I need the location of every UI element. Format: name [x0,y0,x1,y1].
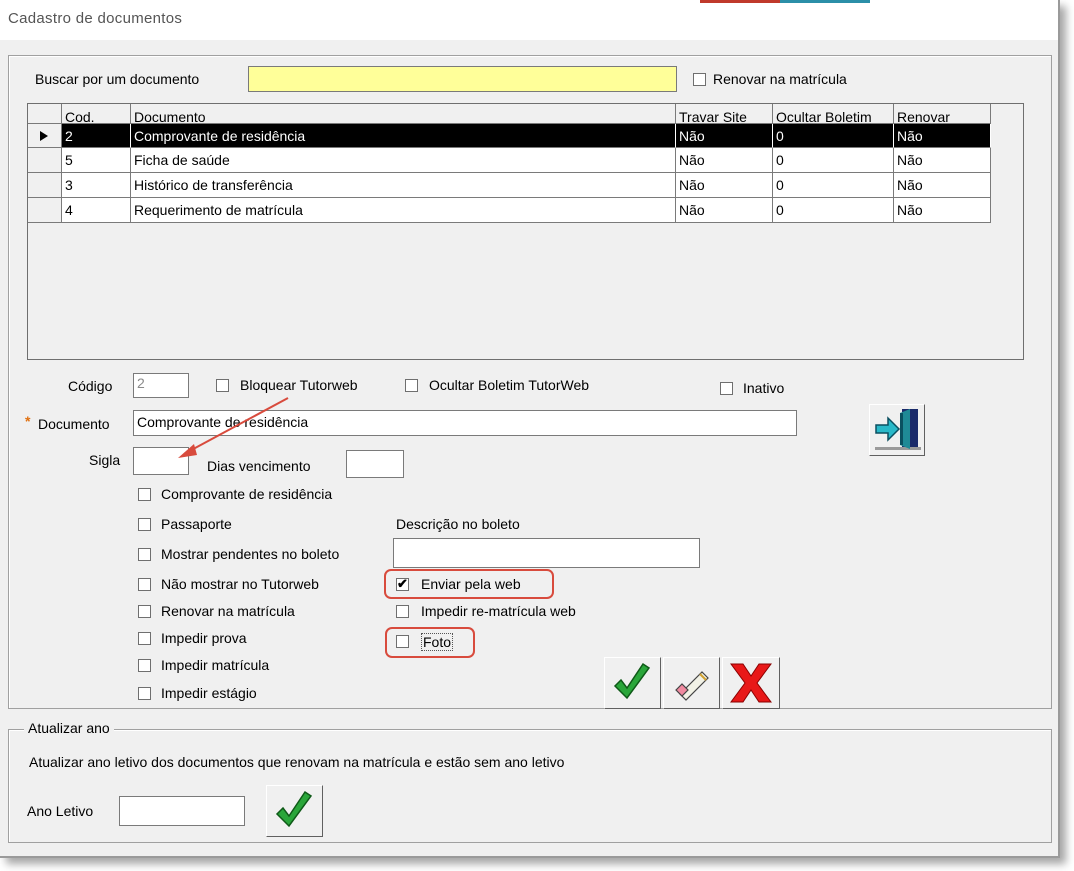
ano-letivo-field[interactable] [119,796,245,826]
cell-ocultar-boletim[interactable]: 0 [773,124,894,148]
cell-renovar[interactable]: Não [894,198,991,223]
renovar-matricula-checkbox[interactable] [138,605,151,618]
title-bar: Cadastro de documentos [0,0,1058,40]
impedir-estagio-label: Impedir estágio [161,685,257,701]
column-header-travar-site[interactable]: Travar Site [676,104,773,124]
sigla-label: Sigla [89,452,121,468]
cell-cod[interactable]: 2 [62,124,131,148]
mostrar-pendentes-checkbox[interactable] [138,548,151,561]
cell-renovar[interactable]: Não [894,124,991,148]
documento-label: Documento [38,416,110,432]
renew-search-checkbox[interactable] [693,73,706,86]
window-title: Cadastro de documentos [8,10,183,27]
inativo-checkbox[interactable] [720,382,733,395]
inativo-label: Inativo [743,380,785,396]
mostrar-pendentes-label: Mostrar pendentes no boleto [161,546,340,562]
cell-ocultar-boletim[interactable]: 0 [773,148,894,173]
exit-button[interactable] [869,404,925,456]
foto-label: Foto [421,633,454,651]
cell-ocultar-boletim[interactable]: 0 [773,198,894,223]
impedir-prova-label: Impedir prova [161,630,247,646]
row-indicator [28,198,62,223]
cell-documento[interactable]: Comprovante de residência [131,124,676,148]
impedir-prova-checkbox[interactable] [138,632,151,645]
grid-header-indicator [28,104,62,124]
row-indicator [28,148,62,173]
impedir-matricula-checkbox[interactable] [138,659,151,672]
foto-checkbox[interactable] [396,635,409,648]
column-header-documento[interactable]: Documento [131,104,676,124]
cell-travar-site[interactable]: Não [676,124,773,148]
impedir-estagio-checkbox[interactable] [138,687,151,700]
cell-cod[interactable]: 5 [62,148,131,173]
ocultar-boletim-checkbox[interactable] [405,379,418,392]
cell-documento[interactable]: Requerimento de matrícula [131,198,676,223]
descricao-boleto-label: Descrição no boleto [396,516,520,532]
confirm-check-icon [275,790,313,828]
row-indicator [28,124,62,148]
impedir-matricula-label: Impedir matrícula [161,657,270,673]
column-header-ocultar-boletim[interactable]: Ocultar Boletim [773,104,894,124]
checked-mark-icon: ✔ [397,576,408,591]
comprovante-residencia-label: Comprovante de residência [161,486,333,502]
column-header-cod[interactable]: Cod. [62,104,131,124]
annotation-arrow-icon [178,397,289,458]
renovar-matricula-label: Renovar na matrícula [161,603,295,619]
ano-letivo-label: Ano Letivo [27,803,94,819]
enviar-pela-web-label: Enviar pela web [421,576,521,592]
nao-mostrar-tutorweb-label: Não mostrar no Tutorweb [161,576,319,592]
enviar-pela-web-checkbox[interactable]: ✔ [396,576,409,591]
search-label: Buscar por um documento [35,71,200,87]
clear-button[interactable] [663,657,720,709]
comprovante-residencia-checkbox[interactable] [138,488,151,501]
required-marker: * [25,413,31,429]
impedir-rematricula-web-checkbox[interactable] [396,605,409,618]
documents-grid[interactable]: Cod. Documento Travar Site Ocultar Bolet… [27,103,1024,360]
cell-travar-site[interactable]: Não [676,173,773,198]
dias-vencimento-field[interactable] [346,450,404,478]
background-window-strip [780,0,870,3]
cell-renovar[interactable]: Não [894,173,991,198]
cell-renovar[interactable]: Não [894,148,991,173]
cell-cod[interactable]: 3 [62,173,131,198]
renew-search-label: Renovar na matrícula [713,71,847,87]
background-window-strip [700,0,780,3]
search-input[interactable] [248,66,677,92]
passaporte-checkbox[interactable] [138,518,151,531]
cell-cod[interactable]: 4 [62,198,131,223]
cancel-button[interactable] [722,657,780,709]
row-indicator [28,173,62,198]
atualizar-ano-description: Atualizar ano letivo dos documentos que … [29,754,565,770]
exit-door-icon [875,409,921,450]
confirm-button[interactable] [604,657,661,709]
cell-ocultar-boletim[interactable]: 0 [773,173,894,198]
cell-documento[interactable]: Histórico de transferência [131,173,676,198]
descricao-boleto-field[interactable] [393,538,700,568]
cell-travar-site[interactable]: Não [676,198,773,223]
current-row-arrow-icon [40,131,48,141]
cell-travar-site[interactable]: Não [676,148,773,173]
passaporte-label: Passaporte [161,516,232,532]
nao-mostrar-tutorweb-checkbox[interactable] [138,578,151,591]
update-year-confirm-button[interactable] [266,785,323,837]
eraser-icon [675,671,709,701]
atualizar-ano-group-label: Atualizar ano [24,720,114,736]
codigo-label: Código [68,378,113,394]
confirm-check-icon [613,662,651,700]
column-header-renovar[interactable]: Renovar [894,104,991,124]
ocultar-boletim-label: Ocultar Boletim TutorWeb [429,377,590,393]
cancel-x-icon [730,663,772,703]
cell-documento[interactable]: Ficha de saúde [131,148,676,173]
impedir-rematricula-web-label: Impedir re-matrícula web [421,603,576,619]
document-registry-window: Cadastro de documentos Buscar por um doc… [0,0,1060,858]
